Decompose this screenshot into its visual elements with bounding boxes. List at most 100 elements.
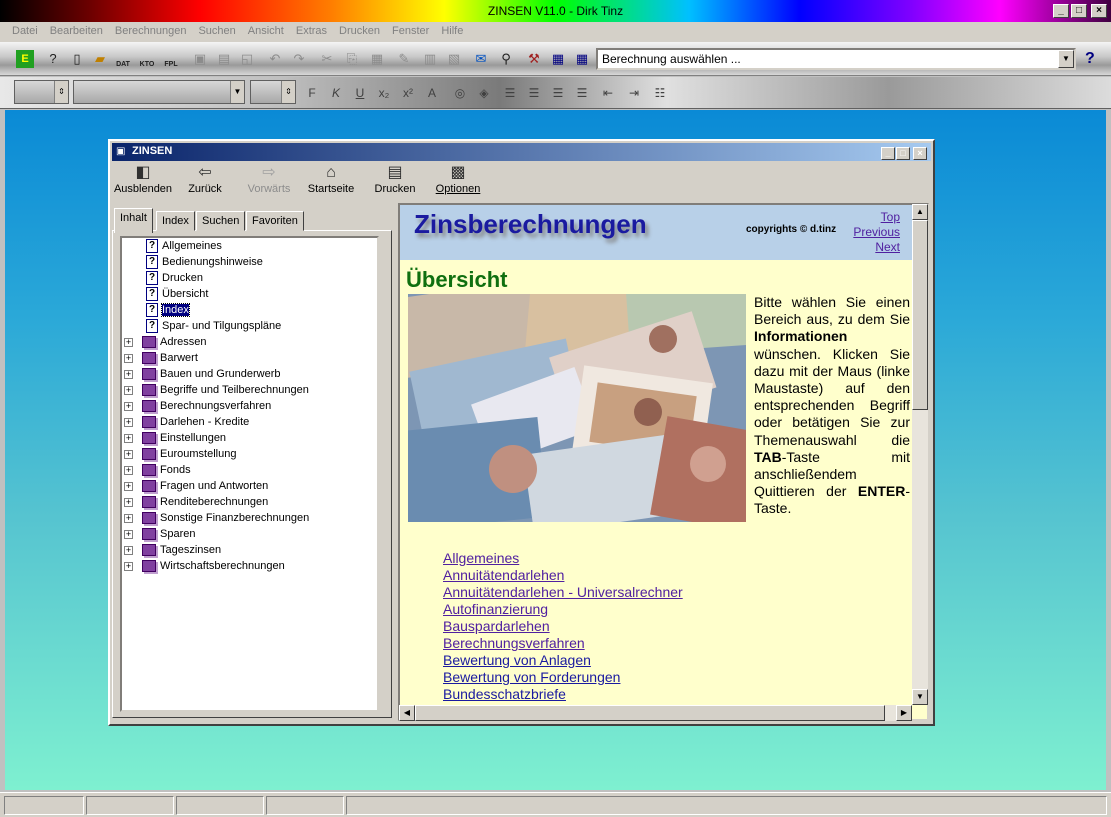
menu-drucken[interactable]: Drucken xyxy=(335,22,384,42)
bullet-list-icon[interactable]: ☷ xyxy=(652,85,668,101)
help-minimize-button[interactable]: _ xyxy=(881,147,895,160)
tree-book[interactable]: + Darlehen - Kredite xyxy=(124,414,249,430)
home-button[interactable]: ⌂ Startseite xyxy=(305,163,357,195)
calculation-select[interactable]: Berechnung auswählen ... ▼ xyxy=(596,48,1076,70)
fpl-icon[interactable]: FPL xyxy=(162,50,180,68)
help-icon[interactable]: ? xyxy=(1085,50,1095,68)
topic-link[interactable]: Annuitätendarlehen xyxy=(443,567,683,584)
align-center-icon[interactable]: ☰ xyxy=(526,85,542,101)
print-icon[interactable]: ▤ xyxy=(215,50,233,68)
expand-icon[interactable]: + xyxy=(124,402,133,411)
back-button[interactable]: ⇦ Zurück xyxy=(184,163,226,195)
tree-book[interactable]: + Einstellungen xyxy=(124,430,226,446)
maximize-button[interactable]: □ xyxy=(1071,4,1087,18)
scroll-up-icon[interactable]: ▲ xyxy=(912,204,928,220)
undo-icon[interactable]: ↶ xyxy=(266,50,284,68)
scroll-thumb[interactable] xyxy=(912,220,928,410)
help-pointer-icon[interactable]: ? xyxy=(44,50,62,68)
tree-book[interactable]: + Fonds xyxy=(124,462,191,478)
tab-contents[interactable]: Inhalt xyxy=(114,208,153,233)
menu-fenster[interactable]: Fenster xyxy=(388,22,433,42)
italic-button[interactable]: K xyxy=(328,85,344,101)
tree-book[interactable]: + Wirtschaftsberechnungen xyxy=(124,558,285,574)
expand-icon[interactable]: + xyxy=(124,418,133,427)
mail-icon[interactable]: ✉ xyxy=(472,50,490,68)
tree-topic[interactable]: ? Bedienungshinweise xyxy=(146,254,263,270)
expand-icon[interactable]: + xyxy=(124,386,133,395)
expand-icon[interactable]: + xyxy=(124,370,133,379)
clear-format-icon[interactable]: ◈ xyxy=(476,85,492,101)
exit-icon[interactable]: E xyxy=(16,50,34,68)
topic-link[interactable]: Autofinanzierung xyxy=(443,601,683,618)
minimize-button[interactable]: _ xyxy=(1053,4,1069,18)
dat-icon[interactable]: DAT xyxy=(114,50,132,68)
top-link[interactable]: Top xyxy=(853,210,900,225)
print-preview-icon[interactable]: ◱ xyxy=(238,50,256,68)
kto-icon[interactable]: KTO xyxy=(138,50,156,68)
tree-topic[interactable]: ? Übersicht xyxy=(146,286,208,302)
menu-hilfe[interactable]: Hilfe xyxy=(437,22,467,42)
find-icon[interactable]: ⚲ xyxy=(497,50,515,68)
tree-book[interactable]: + Fragen und Antworten xyxy=(124,478,268,494)
document-settings-icon[interactable]: ▧ xyxy=(445,50,463,68)
paste-icon[interactable]: ▦ xyxy=(368,50,386,68)
topic-link[interactable]: Bauspardarlehen xyxy=(443,618,683,635)
new-document-icon[interactable]: ▯ xyxy=(68,50,86,68)
align-left-icon[interactable]: ☰ xyxy=(502,85,518,101)
tree-book[interactable]: + Barwert xyxy=(124,350,198,366)
forward-button[interactable]: ⇨ Vorwärts xyxy=(244,163,294,195)
tree-topic[interactable]: ? Drucken xyxy=(146,270,203,286)
topic-link[interactable]: Berechnungsverfahren xyxy=(443,635,683,652)
indent-icon[interactable]: ⇥ xyxy=(626,85,642,101)
tree-book[interactable]: + Begriffe und Teilberechnungen xyxy=(124,382,309,398)
cut-icon[interactable]: ✂ xyxy=(318,50,336,68)
expand-icon[interactable]: + xyxy=(124,498,133,507)
tab-favorites[interactable]: Favoriten xyxy=(246,211,304,231)
redo-icon[interactable]: ↷ xyxy=(290,50,308,68)
content-vertical-scrollbar[interactable]: ▲ ▼ xyxy=(912,204,928,705)
outdent-icon[interactable]: ⇤ xyxy=(600,85,616,101)
tree-topic-selected[interactable]: ? Index xyxy=(146,302,190,318)
tree-book[interactable]: + Adressen xyxy=(124,334,206,350)
menu-bearbeiten[interactable]: Bearbeiten xyxy=(46,22,107,42)
menu-extras[interactable]: Extras xyxy=(292,22,331,42)
table-icon[interactable]: ▦ xyxy=(573,50,591,68)
chevron-down-icon[interactable]: ▼ xyxy=(230,81,244,103)
topic-link[interactable]: Bundesschatzbriefe xyxy=(443,686,683,703)
topic-link[interactable]: Annuitätendarlehen - Universalrechner xyxy=(443,584,683,601)
save-icon[interactable]: ▣ xyxy=(191,50,209,68)
menu-suchen[interactable]: Suchen xyxy=(194,22,239,42)
highlight-icon[interactable]: ◎ xyxy=(452,85,468,101)
menu-ansicht[interactable]: Ansicht xyxy=(244,22,288,42)
bold-button[interactable]: F xyxy=(304,85,320,101)
tree-topic[interactable]: ? Spar- und Tilgungspläne xyxy=(146,318,281,334)
tab-index[interactable]: Index xyxy=(156,211,195,231)
content-horizontal-scrollbar[interactable]: ◀ ▶ xyxy=(399,705,912,721)
expand-icon[interactable]: + xyxy=(124,482,133,491)
previous-link[interactable]: Previous xyxy=(853,225,900,240)
align-right-icon[interactable]: ☰ xyxy=(550,85,566,101)
expand-icon[interactable]: + xyxy=(124,354,133,363)
menu-datei[interactable]: Datei xyxy=(8,22,42,42)
spinner-icon[interactable]: ⇕ xyxy=(54,81,68,103)
help-maximize-button[interactable]: □ xyxy=(896,147,910,160)
expand-icon[interactable]: + xyxy=(124,338,133,347)
open-folder-icon[interactable]: ▰ xyxy=(91,50,109,68)
format-paint-icon[interactable]: ✎ xyxy=(395,50,413,68)
tree-book[interactable]: + Berechnungsverfahren xyxy=(124,398,271,414)
spinner-icon[interactable]: ⇕ xyxy=(281,81,295,103)
tree-book[interactable]: + Euroumstellung xyxy=(124,446,236,462)
options-button[interactable]: ▩ Optionen xyxy=(434,163,482,195)
topic-link[interactable]: Allgemeines xyxy=(443,550,683,567)
hide-button[interactable]: ◧ Ausblenden xyxy=(113,163,173,195)
subscript-icon[interactable]: x₂ xyxy=(376,85,392,101)
tree-book[interactable]: + Sonstige Finanzberechnungen xyxy=(124,510,309,526)
expand-icon[interactable]: + xyxy=(124,562,133,571)
tree-topic[interactable]: ? Allgemeines xyxy=(146,238,222,254)
close-button[interactable]: × xyxy=(1091,4,1107,18)
tree-book[interactable]: + Bauen und Grunderwerb xyxy=(124,366,280,382)
style-combo[interactable]: ⇕ xyxy=(14,80,69,104)
scroll-right-icon[interactable]: ▶ xyxy=(896,705,912,721)
expand-icon[interactable]: + xyxy=(124,530,133,539)
copy-icon[interactable]: ⎘ xyxy=(343,50,361,68)
